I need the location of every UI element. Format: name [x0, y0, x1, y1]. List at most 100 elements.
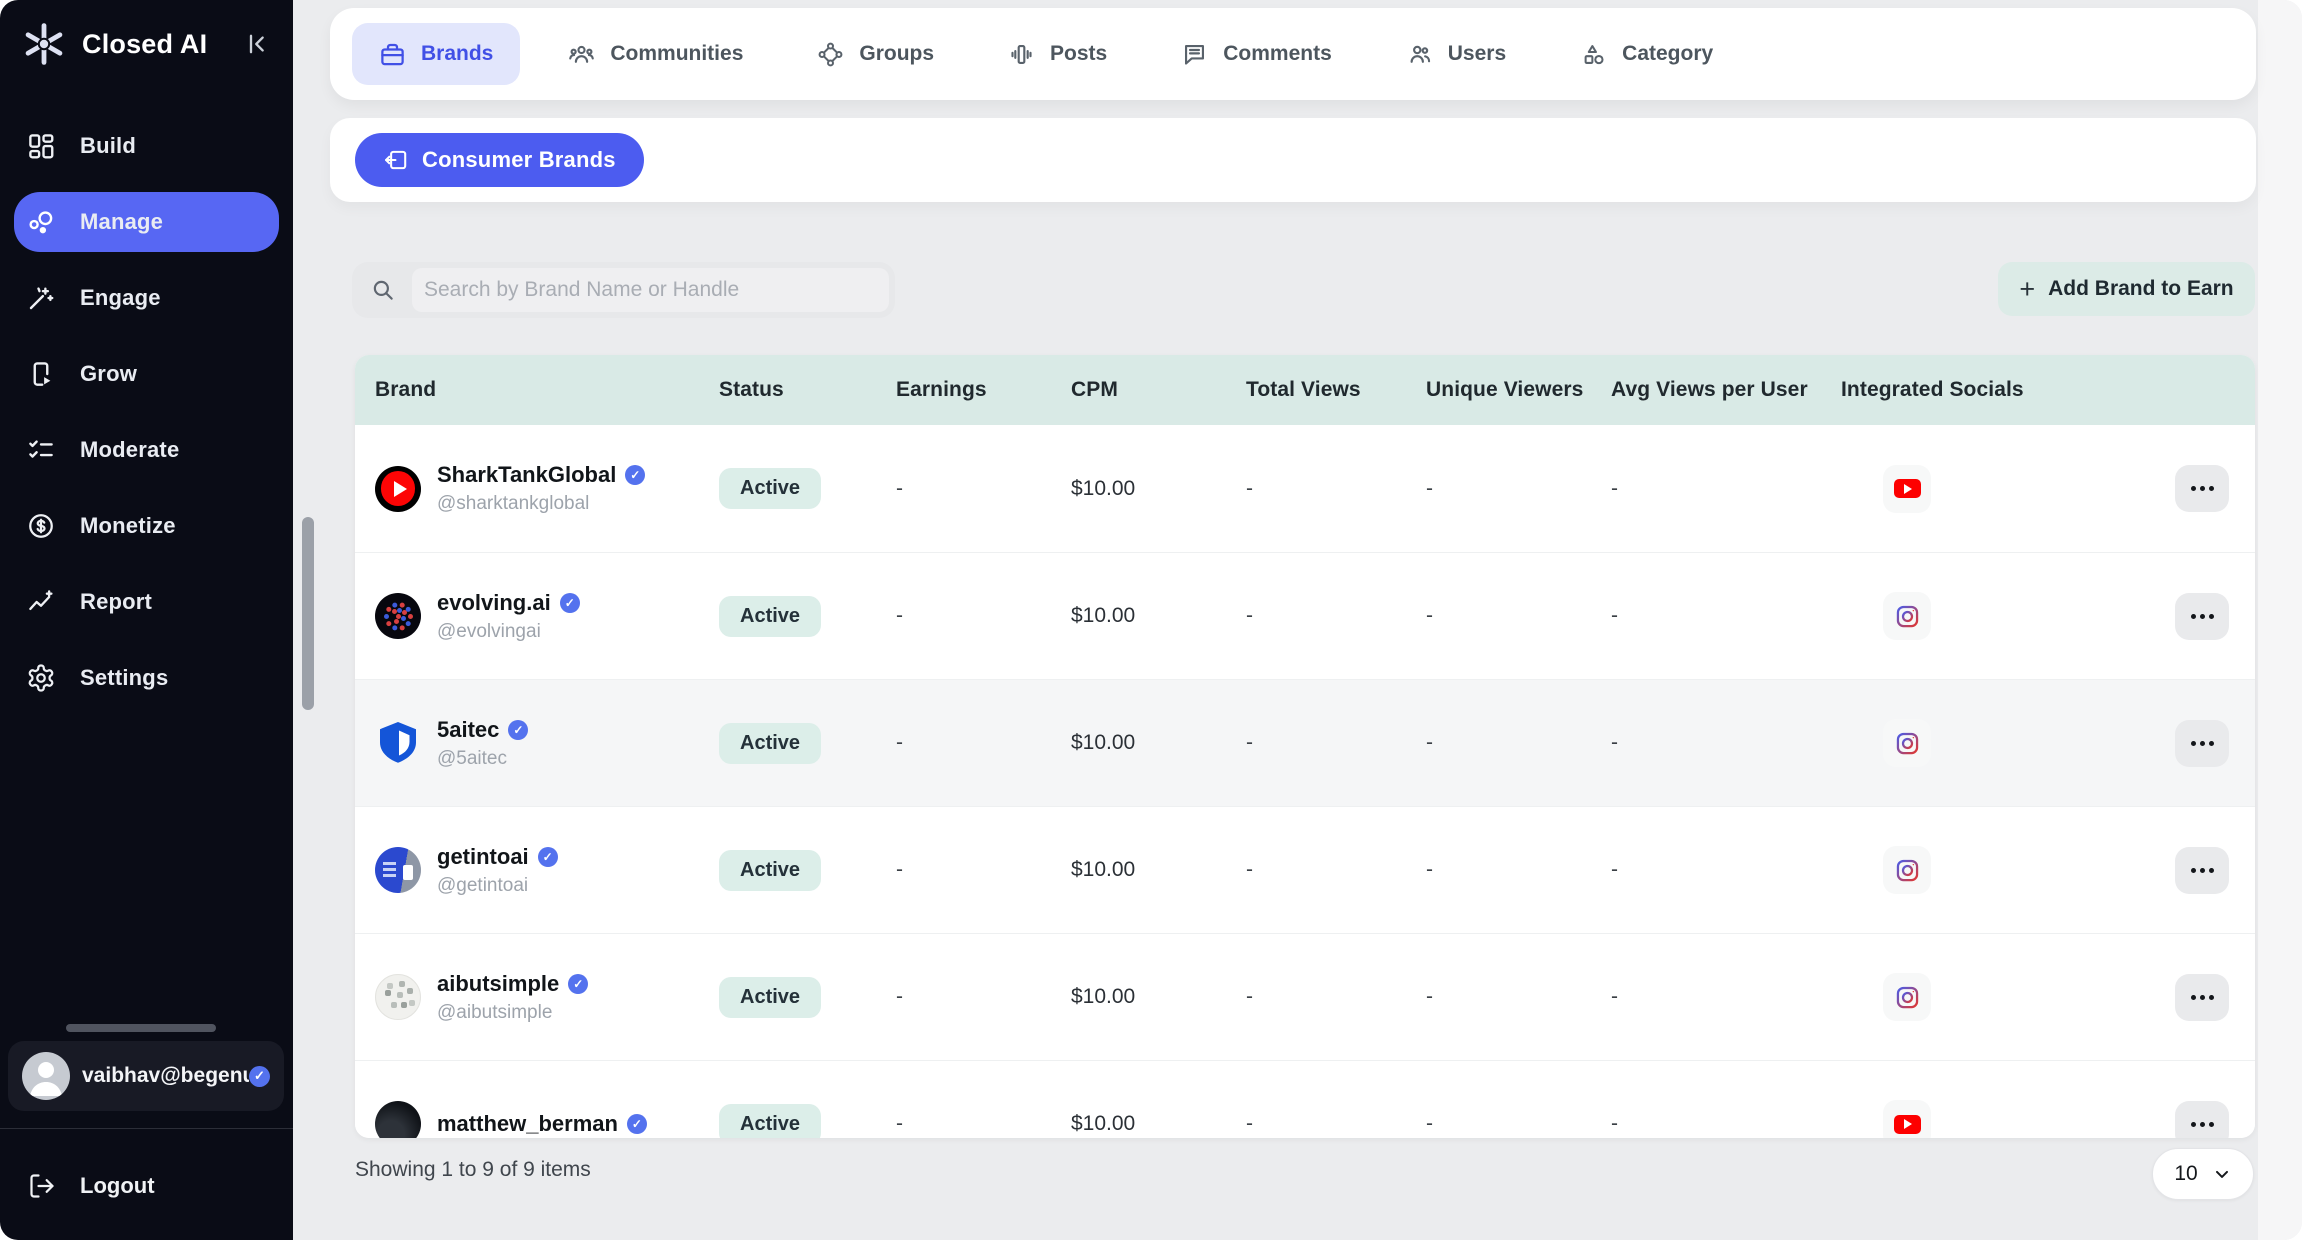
total-views-value: - — [1246, 731, 1253, 755]
tab-label: Comments — [1223, 42, 1332, 66]
avg-views-value: - — [1611, 858, 1618, 882]
user-account-card[interactable]: vaibhav@begenu... — [8, 1041, 284, 1111]
sidebar-item-label: Monetize — [80, 513, 176, 539]
brand-handle: @5aitec — [437, 748, 528, 770]
status-badge: Active — [719, 723, 821, 764]
brand-avatar — [375, 847, 421, 893]
cpm-value: $10.00 — [1071, 477, 1135, 501]
sidebar-menu: Build Manage Engage — [0, 116, 293, 708]
gear-icon — [26, 663, 56, 693]
shapes-icon — [1580, 41, 1607, 68]
tab-label: Posts — [1050, 42, 1107, 66]
tab-users[interactable]: Users — [1406, 41, 1506, 68]
add-brand-label: Add Brand to Earn — [2048, 277, 2234, 301]
phone-play-icon — [26, 359, 56, 389]
verified-badge-icon — [568, 974, 588, 994]
sidebar-item-report[interactable]: Report — [14, 572, 279, 632]
table-row[interactable]: SharkTankGlobal @sharktankglobal Active … — [355, 425, 2255, 552]
tab-brands[interactable]: Brands — [352, 23, 520, 85]
nodes-icon — [26, 207, 56, 237]
sidebar-item-label: Build — [80, 133, 136, 159]
tab-category[interactable]: Category — [1580, 41, 1713, 68]
earnings-value: - — [896, 604, 903, 628]
social-icons — [1825, 973, 2075, 1021]
sidebar-header: Closed AI — [0, 0, 293, 78]
sidebar-item-moderate[interactable]: Moderate — [14, 420, 279, 480]
page-vertical-scrollbar[interactable] — [302, 517, 314, 710]
sidebar-horizontal-scrollbar[interactable] — [66, 1024, 216, 1032]
page-size-value: 10 — [2174, 1162, 2197, 1186]
earnings-value: - — [896, 858, 903, 882]
unique-viewers-value: - — [1426, 731, 1433, 755]
node-network-icon — [817, 41, 844, 68]
verified-badge-icon — [538, 847, 558, 867]
sidebar-item-grow[interactable]: Grow — [14, 344, 279, 404]
add-brand-to-earn-button[interactable]: + Add Brand to Earn — [1998, 262, 2255, 316]
table-row[interactable]: 5aitec @5aitec Active - $10.00 - - - — [355, 679, 2255, 806]
unique-viewers-value: - — [1426, 604, 1433, 628]
people-group-icon — [568, 41, 595, 68]
sidebar-item-settings[interactable]: Settings — [14, 648, 279, 708]
sidebar-item-label: Report — [80, 589, 152, 615]
tab-posts[interactable]: Posts — [1008, 41, 1107, 68]
brand-name: matthew_berman — [437, 1111, 618, 1137]
sidebar-item-engage[interactable]: Engage — [14, 268, 279, 328]
row-actions-button[interactable] — [2175, 847, 2229, 894]
table-row[interactable]: matthew_berman Active - $10.00 - - - — [355, 1060, 2255, 1138]
total-views-value: - — [1246, 858, 1253, 882]
status-badge: Active — [719, 977, 821, 1018]
user-email: vaibhav@begenu... — [82, 1064, 249, 1088]
sidebar-divider — [0, 1128, 293, 1129]
brand-handle: @getintoai — [437, 875, 558, 897]
total-views-value: - — [1246, 985, 1253, 1009]
table-row[interactable]: getintoai @getintoai Active - $10.00 - -… — [355, 806, 2255, 933]
checklist-icon — [26, 435, 56, 465]
brand-handle: @sharktankglobal — [437, 493, 645, 515]
row-actions-button[interactable] — [2175, 720, 2229, 767]
table-row[interactable]: aibutsimple @aibutsimple Active - $10.00… — [355, 933, 2255, 1060]
unique-viewers-value: - — [1426, 477, 1433, 501]
phone-vibrate-icon — [1008, 41, 1035, 68]
briefcase-icon — [379, 41, 406, 68]
app-window: Closed AI Build — [0, 0, 2302, 1240]
total-views-value: - — [1246, 604, 1253, 628]
brand-name: aibutsimple — [437, 971, 559, 997]
column-header-avg-views: Avg Views per User — [1595, 378, 1825, 402]
row-actions-button[interactable] — [2175, 974, 2229, 1021]
sidebar-item-monetize[interactable]: Monetize — [14, 496, 279, 556]
row-actions-button[interactable] — [2175, 1101, 2229, 1139]
cpm-value: $10.00 — [1071, 604, 1135, 628]
pagination-summary: Showing 1 to 9 of 9 items — [355, 1158, 591, 1182]
row-actions-button[interactable] — [2175, 593, 2229, 640]
sidebar-item-label: Manage — [80, 209, 163, 235]
verified-badge-icon — [560, 593, 580, 613]
tab-groups[interactable]: Groups — [817, 41, 934, 68]
instagram-icon — [1883, 846, 1931, 894]
chevron-down-icon — [2212, 1164, 2232, 1184]
tab-comments[interactable]: Comments — [1181, 41, 1332, 68]
cpm-value: $10.00 — [1071, 858, 1135, 882]
tab-communities[interactable]: Communities — [568, 41, 743, 68]
brand-handle: @evolvingai — [437, 621, 580, 643]
brands-table: Brand Status Earnings CPM Total Views Un… — [355, 355, 2255, 1138]
collapse-sidebar-icon[interactable] — [241, 27, 275, 61]
search-input[interactable] — [412, 268, 889, 312]
logout-button[interactable]: Logout — [0, 1158, 293, 1214]
consumer-brands-button[interactable]: Consumer Brands — [355, 133, 644, 187]
brand-name: getintoai — [437, 844, 529, 870]
comment-bubble-icon — [1181, 41, 1208, 68]
app-title: Closed AI — [82, 29, 241, 60]
column-header-integrated-socials: Integrated Socials — [1825, 378, 2075, 402]
table-row[interactable]: evolving.ai @evolvingai Active - $10.00 … — [355, 552, 2255, 679]
row-actions-button[interactable] — [2175, 465, 2229, 512]
cpm-value: $10.00 — [1071, 1112, 1135, 1136]
earnings-value: - — [896, 985, 903, 1009]
consumer-brands-label: Consumer Brands — [422, 147, 616, 173]
openai-swirl-logo-icon — [20, 20, 68, 68]
sidebar-item-build[interactable]: Build — [14, 116, 279, 176]
page-size-select[interactable]: 10 — [2152, 1148, 2254, 1200]
brand-avatar — [375, 974, 421, 1020]
social-icons — [1825, 719, 2075, 767]
sidebar-item-label: Engage — [80, 285, 161, 311]
sidebar-item-manage[interactable]: Manage — [14, 192, 279, 252]
